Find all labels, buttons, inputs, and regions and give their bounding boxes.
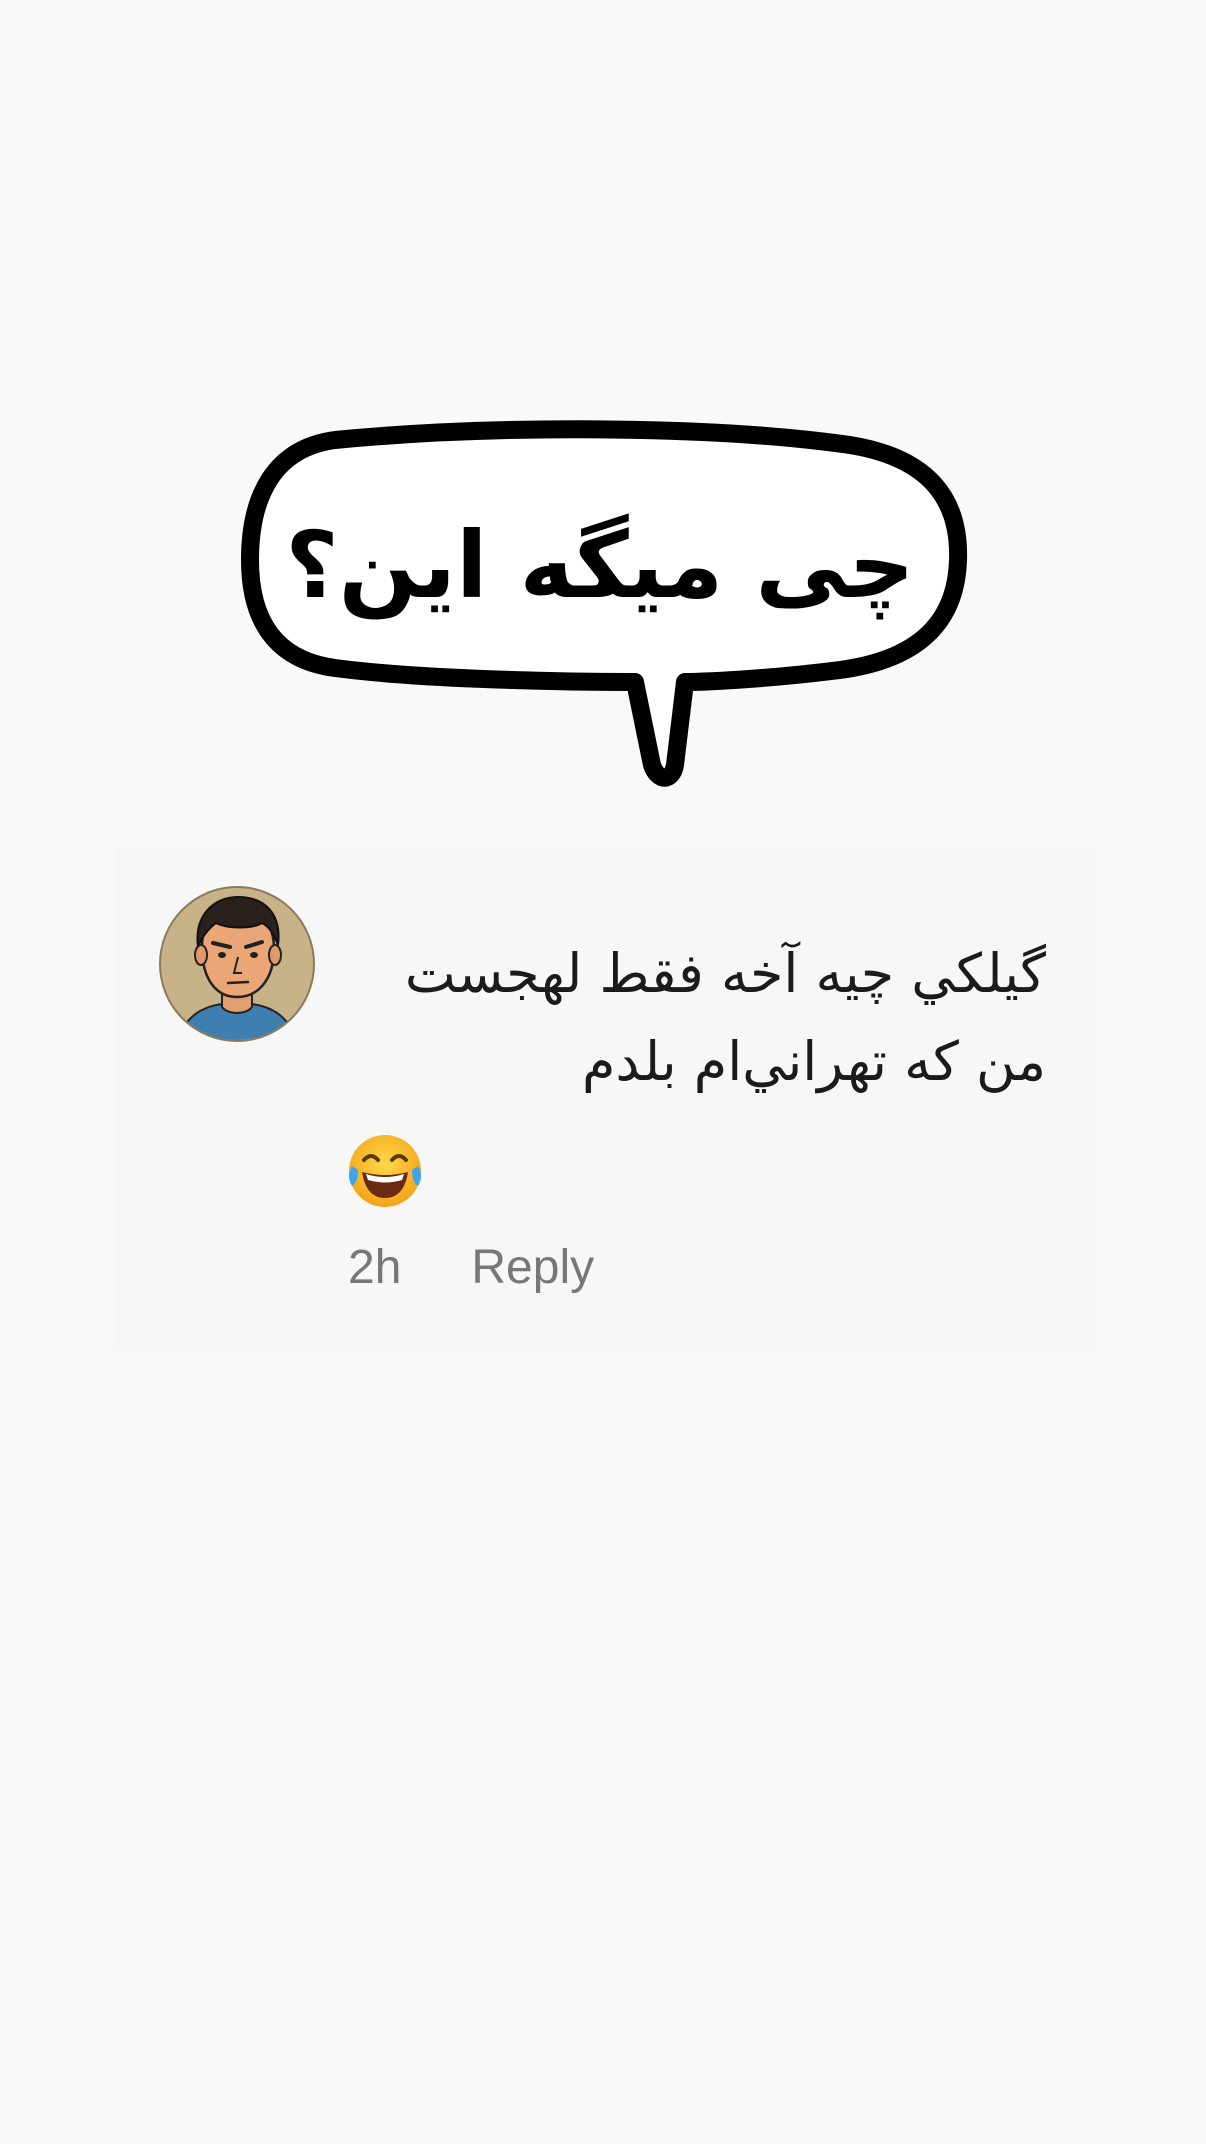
comment-line: گیلکي چیه آخه فقط لهجست <box>404 942 1046 1005</box>
speech-bubble: چی میگه این؟ <box>240 420 970 800</box>
comment-text: گیلکي چیه آخه فقط لهجست من که تهراني‌ام … <box>346 930 1046 1106</box>
face-with-tears-of-joy-icon <box>344 1130 426 1212</box>
man-avatar-icon[interactable] <box>158 885 316 1043</box>
reply-button[interactable]: Reply <box>471 1240 594 1295</box>
comment-meta: 2h Reply <box>348 1240 594 1295</box>
bubble-text: چی میگه این؟ <box>285 511 915 619</box>
comment-timestamp: 2h <box>348 1241 402 1294</box>
comment-line: من که تهراني‌ام بلدم <box>581 1030 1046 1093</box>
